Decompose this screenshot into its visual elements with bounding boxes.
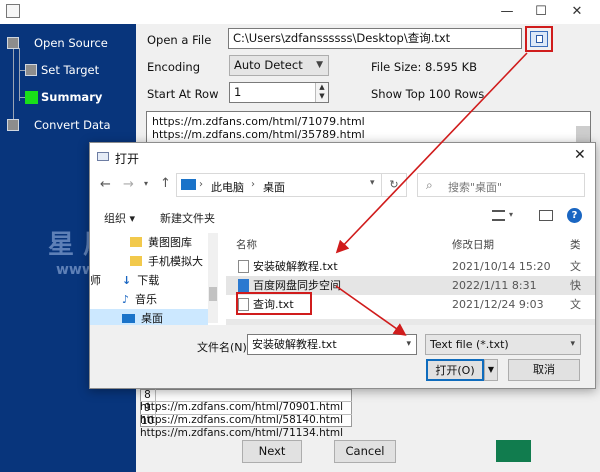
arrow-to-filename: [335, 285, 407, 336]
arrow-to-file-list: [335, 52, 528, 254]
annotation-arrows: [335, 52, 528, 336]
